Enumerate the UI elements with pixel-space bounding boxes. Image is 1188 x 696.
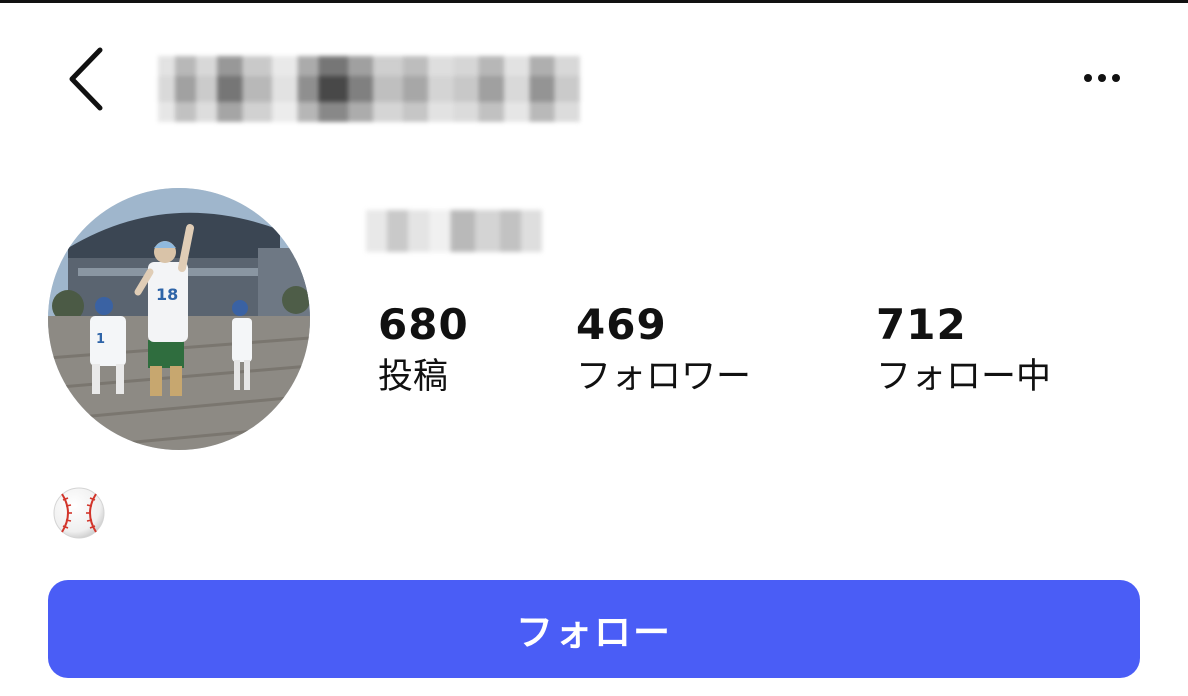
avatar[interactable]: 18 1: [48, 188, 310, 450]
profile-page: 18 1 680 投稿 469 フォロワー 712 フォロー中 フォロー: [0, 0, 1188, 696]
svg-text:1: 1: [96, 332, 105, 347]
stat-followers[interactable]: 469 フォロワー: [576, 300, 751, 400]
stat-following[interactable]: 712 フォロー中: [876, 300, 1051, 400]
following-label: フォロー中: [876, 357, 1052, 397]
stat-posts[interactable]: 680 投稿: [378, 300, 469, 400]
back-button[interactable]: [56, 44, 116, 114]
top-border: [0, 0, 1188, 3]
ellipsis-horizontal-icon: [1084, 74, 1092, 82]
username-redacted: [158, 56, 580, 122]
chevron-left-icon: [69, 47, 103, 111]
ellipsis-dot: [1098, 74, 1106, 82]
ellipsis-dot: [1112, 74, 1120, 82]
follow-button[interactable]: フォロー: [48, 580, 1140, 678]
profile-photo: 18 1: [48, 188, 310, 450]
svg-text:18: 18: [156, 285, 178, 304]
posts-label: 投稿: [378, 357, 449, 397]
followers-label: フォロワー: [576, 357, 752, 397]
display-name-redacted: [366, 210, 542, 252]
baseball-icon: [53, 487, 105, 539]
posts-count: 680: [378, 300, 469, 349]
followers-count: 469: [576, 300, 667, 349]
more-options-button[interactable]: [1070, 60, 1134, 96]
following-count: 712: [876, 300, 967, 349]
bio: [52, 486, 106, 540]
